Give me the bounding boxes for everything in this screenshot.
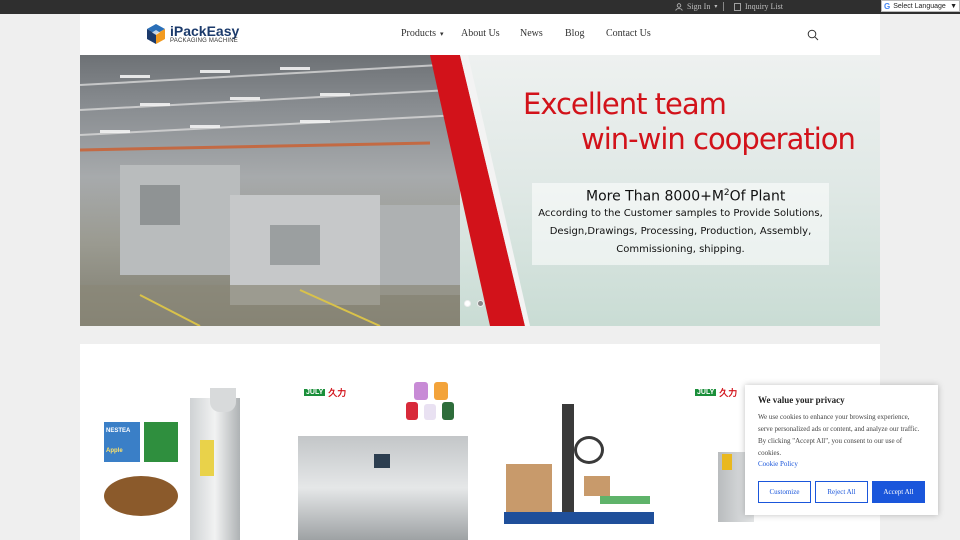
cube-logo-icon: [147, 24, 165, 44]
google-icon: G: [884, 1, 891, 11]
plant-size-suffix: Of Plant: [729, 188, 786, 205]
product-card[interactable]: [500, 380, 660, 540]
sign-in-link[interactable]: Sign In ▾: [675, 2, 717, 11]
robot-palletizer-column: [562, 404, 574, 514]
product-card[interactable]: JULY 久力: [298, 380, 478, 540]
reject-all-button[interactable]: Reject All: [815, 481, 868, 503]
inquiry-list-link[interactable]: Inquiry List: [734, 2, 783, 11]
cookie-policy-link[interactable]: Cookie Policy: [758, 460, 925, 468]
caret-down-icon: ▾: [440, 29, 444, 38]
pouch-samples: [406, 380, 460, 424]
sachet-flavor: Apple: [106, 448, 123, 454]
granules-image: [104, 476, 178, 516]
sachet-label-1: NESTEA Apple: [104, 422, 140, 462]
machine-control-screen: [374, 454, 390, 468]
carton-stack: [506, 464, 552, 512]
product-image: NESTEA Apple: [102, 380, 282, 540]
slider-dots: [464, 300, 484, 307]
pouch-filling-machine: [298, 436, 468, 540]
user-icon: [675, 2, 683, 11]
search-button[interactable]: [807, 28, 819, 46]
nav-blog[interactable]: Blog: [565, 28, 584, 39]
top-bar: Sign In ▾ Inquiry List: [0, 0, 960, 14]
hero-headline-2: win-win cooperation: [581, 122, 856, 156]
topbar-divider: [723, 2, 724, 11]
sachet-image-2: [144, 422, 178, 462]
sachet-brand: NESTEA: [106, 428, 131, 434]
caret-down-icon: ▾: [714, 4, 718, 10]
hero-banner[interactable]: Excellent team win-win cooperation More …: [80, 55, 880, 326]
site-logo[interactable]: iPackEasy PACKAGING MACHINE: [146, 23, 239, 45]
language-selector[interactable]: G Select Language ▼: [881, 0, 960, 12]
cookie-body: We use cookies to enhance your browsing …: [758, 413, 920, 457]
machine-robot-yellow: [722, 454, 732, 470]
nav-about-us[interactable]: About Us: [461, 28, 500, 39]
language-label: Select Language: [893, 2, 946, 10]
product-image: [298, 380, 478, 540]
chevron-down-icon: ▼: [950, 2, 957, 10]
nav-news[interactable]: News: [520, 28, 543, 39]
hero-desc-line-1: According to the Customer samples to Pro…: [538, 208, 823, 219]
hero-headline-1: Excellent team: [523, 87, 727, 121]
nav-contact-label: Contact Us: [606, 28, 651, 39]
site-header: iPackEasy PACKAGING MACHINE Products ▾ A…: [80, 14, 880, 55]
hero-desc-line-3: Commissioning, shipping.: [616, 244, 745, 255]
red-diagonal-band: [430, 55, 530, 326]
search-icon: [807, 29, 819, 41]
brand-tagline: PACKAGING MACHINE: [170, 38, 238, 44]
sign-in-label: Sign In: [687, 2, 711, 11]
robot-arm: [574, 436, 604, 464]
cookie-buttons: Customize Reject All Accept All: [758, 481, 925, 503]
packing-film: [200, 440, 214, 476]
product-image: [500, 380, 660, 540]
machine-hopper: [210, 388, 236, 412]
nav-blog-label: Blog: [565, 28, 585, 39]
nav-about-label: About Us: [461, 28, 500, 39]
pallet-base: [504, 512, 654, 524]
hero-desc-line-2: Design,Drawings, Processing, Production,…: [549, 226, 812, 237]
slider-dot-1[interactable]: [464, 300, 471, 307]
accept-all-button[interactable]: Accept All: [872, 481, 925, 503]
nav-products-label: Products: [401, 28, 436, 39]
cookie-consent-dialog: We value your privacy We use cookies to …: [745, 385, 938, 515]
cookie-title: We value your privacy: [758, 395, 845, 405]
nav-contact-us[interactable]: Contact Us: [606, 28, 651, 39]
vertical-packer-machine: [190, 398, 240, 540]
inquiry-list-label: Inquiry List: [745, 2, 783, 11]
plant-size-prefix: More Than 8000+M: [586, 188, 724, 205]
document-icon: [734, 2, 741, 11]
nav-products[interactable]: Products ▾: [401, 28, 444, 39]
slider-dot-2[interactable]: [477, 300, 484, 307]
plant-size-heading: More Than 8000+M2Of Plant: [586, 188, 785, 205]
nav-news-label: News: [520, 28, 543, 39]
brand-name: iPackEasy: [170, 23, 240, 39]
conveyor: [600, 496, 650, 504]
product-card[interactable]: NESTEA Apple: [102, 380, 282, 540]
carton-box: [584, 476, 610, 496]
customize-button[interactable]: Customize: [758, 481, 811, 503]
